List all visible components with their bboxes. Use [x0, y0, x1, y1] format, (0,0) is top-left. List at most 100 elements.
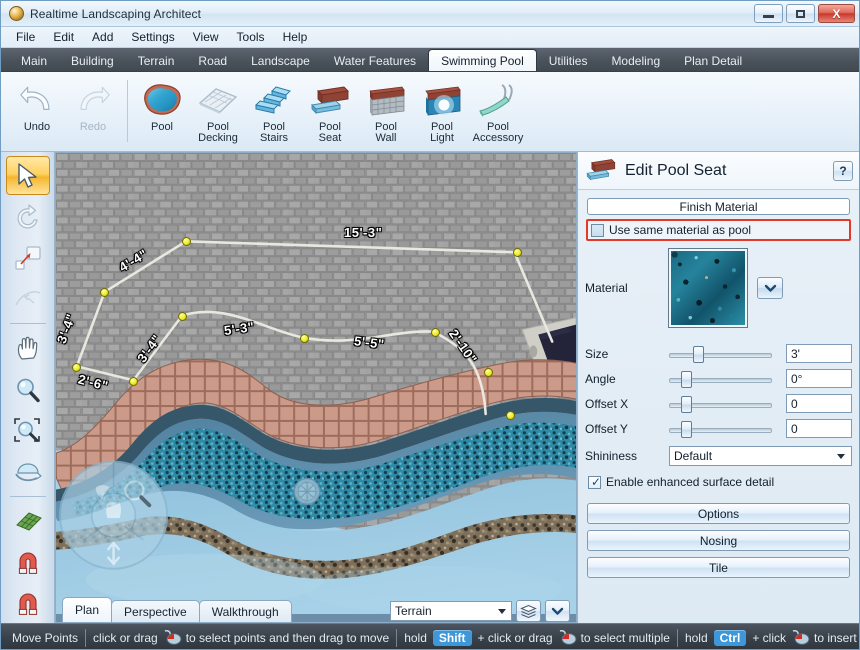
view-more-button[interactable]: [545, 600, 570, 622]
maximize-icon: [796, 9, 805, 18]
shininess-label: Shininess: [585, 449, 638, 463]
control-point[interactable]: [300, 334, 309, 343]
offset-y-slider-thumb[interactable]: [680, 420, 692, 438]
orbit-tool-button[interactable]: [6, 452, 50, 491]
use-same-material-checkbox[interactable]: [591, 223, 604, 237]
tab-landscape[interactable]: Landscape: [239, 50, 322, 71]
tab-main[interactable]: Main: [9, 50, 59, 71]
magnifier-icon: [16, 378, 40, 402]
pan-tool-button[interactable]: [6, 329, 50, 368]
tile-button[interactable]: Tile: [587, 557, 850, 578]
pool-accessory-button[interactable]: Pool Accessory: [470, 76, 526, 150]
control-point[interactable]: [129, 377, 138, 386]
view-tab-walkthrough[interactable]: Walkthrough: [198, 600, 292, 622]
rotate-tool-button[interactable]: [6, 197, 50, 236]
nosing-button[interactable]: Nosing: [587, 530, 850, 551]
pool-seat-button[interactable]: Pool Seat: [302, 76, 358, 150]
snap-tool-2-button[interactable]: [6, 584, 50, 623]
chevron-down-icon: [837, 453, 845, 459]
ribbon-tab-bar: Main Building Terrain Road Landscape Wat…: [1, 48, 859, 72]
zoom-window-tool-button[interactable]: [6, 411, 50, 450]
panel-body: Finish Material Use same material as poo…: [578, 190, 859, 623]
orbit-icon: [14, 462, 42, 481]
menu-item-view[interactable]: View: [184, 28, 228, 46]
pool-seat-icon: [308, 80, 352, 120]
offset-x-slider-thumb[interactable]: [680, 395, 692, 413]
chevron-down-icon: [551, 607, 564, 615]
pool-stairs-button[interactable]: Pool Stairs: [246, 76, 302, 150]
ribbon-toolbar: Undo Redo Pool Pool Decking Pool Stairs …: [1, 72, 859, 152]
menu-item-edit[interactable]: Edit: [44, 28, 83, 46]
size-slider-row: Size 3': [585, 343, 852, 364]
grid-tool-button[interactable]: [6, 502, 50, 541]
menu-item-settings[interactable]: Settings: [122, 28, 183, 46]
enhanced-detail-row[interactable]: ✓ Enable enhanced surface detail: [585, 473, 852, 491]
redo-button[interactable]: Redo: [65, 76, 121, 150]
control-point[interactable]: [178, 312, 187, 321]
control-point[interactable]: [513, 248, 522, 257]
zoom-tool-button[interactable]: [6, 370, 50, 409]
size-slider[interactable]: [669, 345, 778, 363]
bend-tool-button[interactable]: [6, 279, 50, 318]
menu-item-add[interactable]: Add: [83, 28, 122, 46]
tab-utilities[interactable]: Utilities: [537, 50, 600, 71]
size-label: Size: [585, 346, 609, 361]
view-tab-plan[interactable]: Plan: [62, 597, 113, 622]
control-point[interactable]: [182, 237, 191, 246]
pool-decking-button[interactable]: Pool Decking: [190, 76, 246, 150]
tab-modeling[interactable]: Modeling: [599, 50, 672, 71]
mouse-icon: [792, 629, 810, 645]
grid-icon: [15, 512, 42, 532]
size-slider-thumb[interactable]: [692, 345, 704, 363]
pool-light-button[interactable]: Pool Light: [414, 76, 470, 150]
menu-item-tools[interactable]: Tools: [228, 28, 274, 46]
offset-x-value[interactable]: 0: [786, 394, 852, 413]
snap-tool-button[interactable]: [6, 543, 50, 582]
angle-slider-thumb[interactable]: [680, 370, 692, 388]
help-button[interactable]: ?: [833, 160, 853, 181]
control-point[interactable]: [100, 288, 109, 297]
tab-plan-detail[interactable]: Plan Detail: [672, 50, 754, 71]
menu-item-file[interactable]: File: [7, 28, 44, 46]
control-point[interactable]: [506, 411, 515, 420]
minimize-button[interactable]: [754, 4, 783, 23]
undo-button[interactable]: Undo: [9, 76, 65, 150]
scale-tool-button[interactable]: [6, 238, 50, 277]
angle-slider[interactable]: [669, 370, 778, 388]
tab-swimming-pool[interactable]: Swimming Pool: [428, 49, 537, 71]
select-tool-button[interactable]: [5, 156, 50, 196]
close-button[interactable]: X: [818, 4, 855, 23]
control-point[interactable]: [72, 363, 81, 372]
menu-item-help[interactable]: Help: [274, 28, 317, 46]
tab-road[interactable]: Road: [186, 50, 239, 71]
options-button[interactable]: Options: [587, 503, 850, 524]
tab-terrain[interactable]: Terrain: [126, 50, 187, 71]
main-area: 15'-3" 4'-4" 3'-4" 2'-6" 3'-4" 5'-3" 5'-…: [1, 152, 859, 623]
view-tab-perspective[interactable]: Perspective: [111, 600, 200, 622]
offset-y-slider[interactable]: [669, 420, 778, 438]
angle-value[interactable]: 0°: [786, 369, 852, 388]
tab-building[interactable]: Building: [59, 50, 126, 71]
pool-wall-button[interactable]: Pool Wall: [358, 76, 414, 150]
hint-1-post: to select points and then drag to move: [185, 630, 390, 645]
size-value[interactable]: 3': [786, 344, 852, 363]
layer-select[interactable]: Terrain: [390, 601, 512, 621]
material-swatch[interactable]: [668, 248, 748, 328]
control-point[interactable]: [484, 368, 493, 377]
pool-tool-button[interactable]: Pool: [134, 76, 190, 150]
control-point[interactable]: [431, 328, 440, 337]
maximize-button[interactable]: [786, 4, 815, 23]
pool-light-icon: [420, 80, 464, 120]
pool-tool-label: Pool: [150, 121, 174, 133]
design-viewport[interactable]: 15'-3" 4'-4" 3'-4" 2'-6" 3'-4" 5'-3" 5'-…: [55, 152, 577, 623]
layers-icon: [520, 604, 537, 618]
tab-water-features[interactable]: Water Features: [322, 50, 428, 71]
enhanced-detail-checkbox[interactable]: ✓: [588, 475, 601, 489]
layers-button[interactable]: [516, 600, 541, 622]
material-dropdown-button[interactable]: [757, 277, 783, 299]
shininess-select[interactable]: Default: [669, 446, 852, 466]
mouse-icon: [559, 629, 577, 645]
use-same-material-row[interactable]: Use same material as pool: [586, 219, 851, 241]
offset-y-value[interactable]: 0: [786, 419, 852, 438]
offset-x-slider[interactable]: [669, 395, 778, 413]
